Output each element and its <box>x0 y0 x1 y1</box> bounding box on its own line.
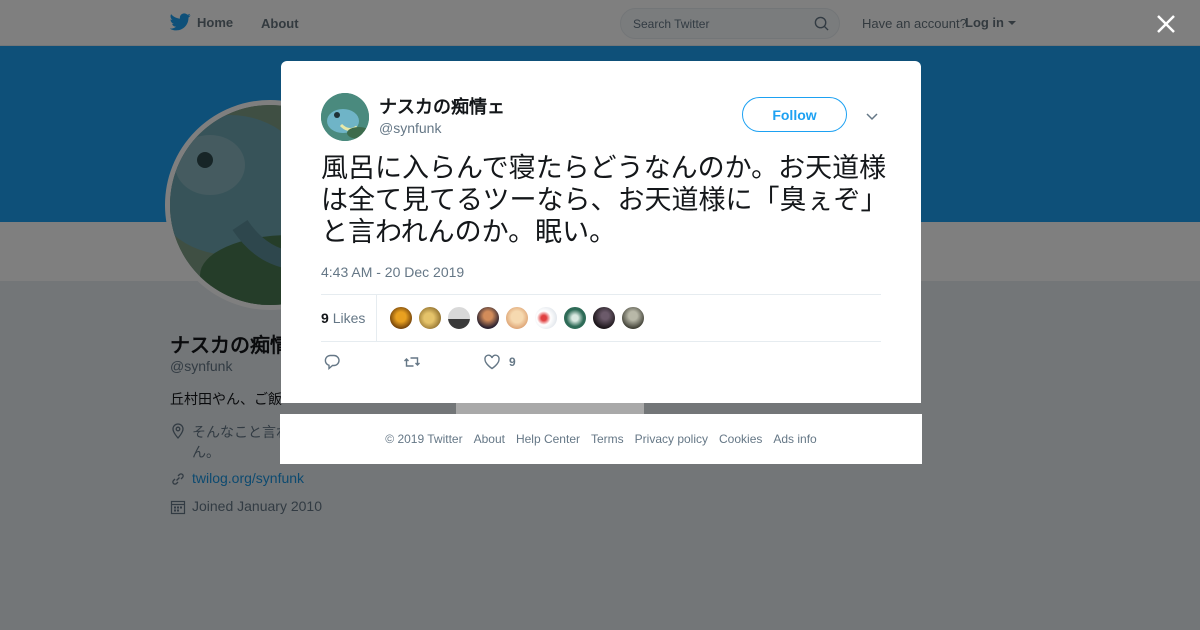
background-fragment <box>456 403 644 414</box>
modal-footer: © 2019 Twitter About Help Center Terms P… <box>280 414 922 464</box>
footer-link-terms[interactable]: Terms <box>591 432 624 446</box>
copyright: © 2019 Twitter <box>385 432 463 446</box>
liker-avatar[interactable] <box>621 306 645 330</box>
likes-count: 9 <box>321 310 329 326</box>
tweet-text: 風呂に入らんで寝たらどうなんのか。お天道様は全て見てるツーなら、お天道様に「臭ぇ… <box>321 153 887 248</box>
author-avatar[interactable] <box>321 93 369 141</box>
chevron-down-icon[interactable] <box>864 108 880 124</box>
like-count: 9 <box>509 355 516 369</box>
close-icon[interactable] <box>1154 12 1178 36</box>
retweet-icon <box>404 357 420 367</box>
divider <box>321 294 881 295</box>
likes-label: Likes <box>332 310 366 326</box>
author-handle[interactable]: @synfunk <box>379 120 441 136</box>
tweet-actions: 9 <box>323 353 516 371</box>
liker-avatar[interactable] <box>418 306 442 330</box>
divider <box>376 295 377 341</box>
liker-avatar[interactable] <box>389 306 413 330</box>
tweet-modal: ナスカの痴情ェ @synfunk Follow 風呂に入らんで寝たらどうなんのか… <box>281 61 921 403</box>
footer-link-privacy[interactable]: Privacy policy <box>635 432 708 446</box>
follow-button[interactable]: Follow <box>742 97 847 132</box>
reply-icon <box>324 354 340 371</box>
footer-link-help-center[interactable]: Help Center <box>516 432 580 446</box>
liker-avatar[interactable] <box>447 306 471 330</box>
author-avatar-image <box>321 93 369 141</box>
retweet-button[interactable] <box>403 353 421 371</box>
footer-link-cookies[interactable]: Cookies <box>719 432 762 446</box>
reply-button[interactable] <box>323 353 341 371</box>
liker-avatar[interactable] <box>505 306 529 330</box>
likers-avatars <box>389 306 645 330</box>
footer-link-about[interactable]: About <box>474 432 505 446</box>
liker-avatar[interactable] <box>476 306 500 330</box>
likes-stat[interactable]: 9 Likes <box>321 310 365 326</box>
liker-avatar[interactable] <box>592 306 616 330</box>
heart-icon <box>484 354 500 370</box>
author-name[interactable]: ナスカの痴情ェ <box>379 93 505 119</box>
divider <box>321 341 881 342</box>
like-button[interactable]: 9 <box>483 353 516 371</box>
tweet-timestamp[interactable]: 4:43 AM - 20 Dec 2019 <box>321 264 464 280</box>
liker-avatar[interactable] <box>563 306 587 330</box>
liker-avatar[interactable] <box>534 306 558 330</box>
footer-link-ads-info[interactable]: Ads info <box>773 432 816 446</box>
